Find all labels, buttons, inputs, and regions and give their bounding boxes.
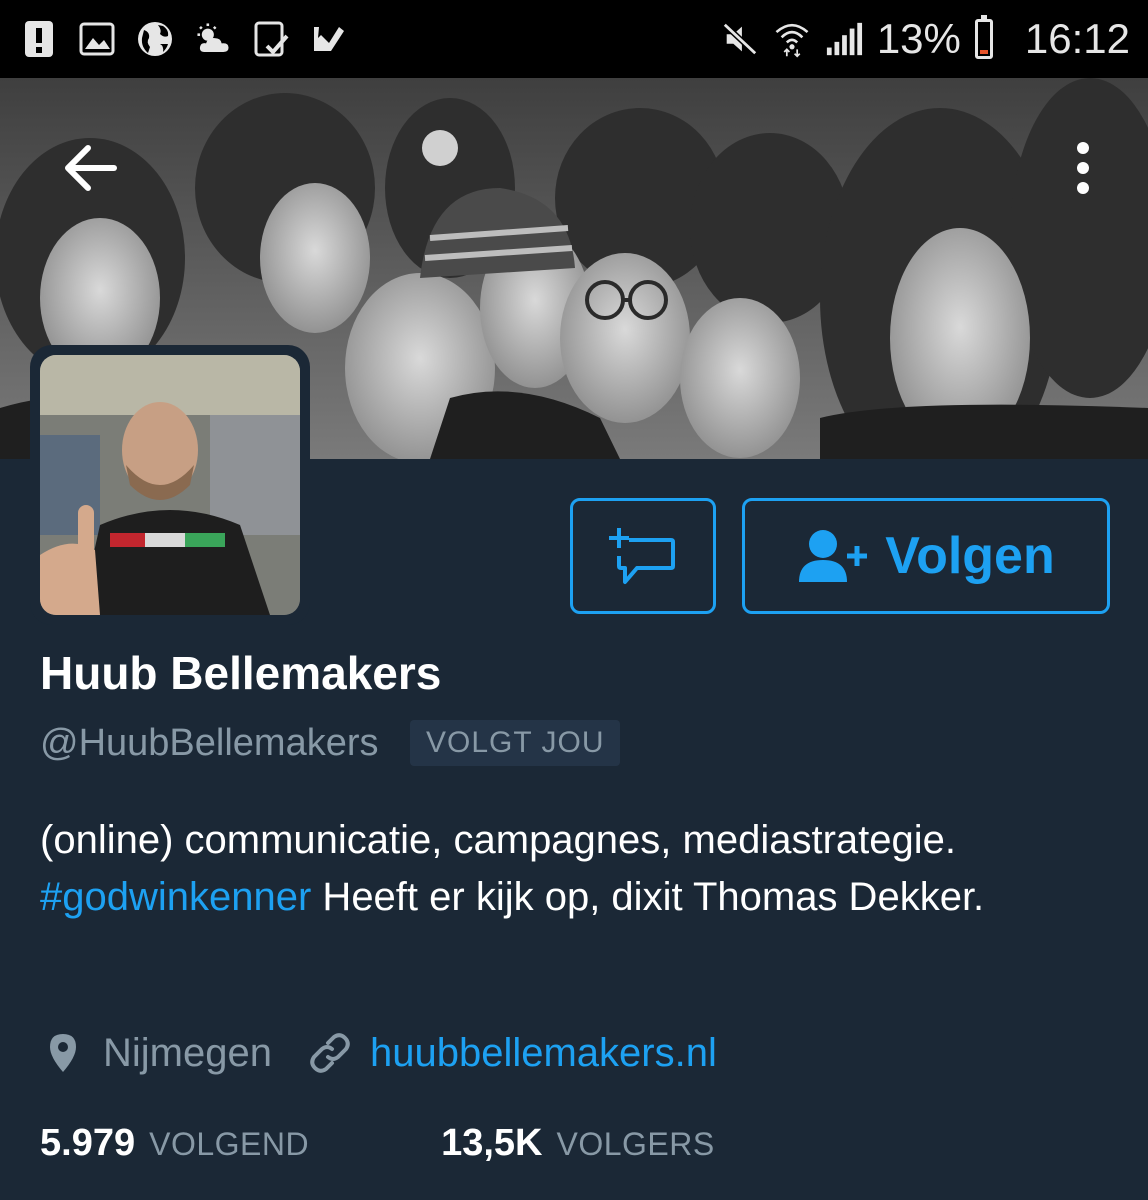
follow-button-label: Volgen [885, 527, 1055, 585]
back-button[interactable] [55, 133, 125, 203]
system-status: 13% 16:12 [721, 0, 1130, 78]
tablet-check-icon [252, 20, 290, 58]
location-pin-icon [45, 1031, 81, 1075]
profile-location: Nijmegen [103, 1030, 272, 1075]
person-add-icon [799, 530, 868, 582]
checkmark-icon [310, 20, 348, 58]
profile-stats: 5.979 VOLGEND 13,5K VOLGERS [40, 1122, 715, 1176]
alert-icon [20, 20, 58, 58]
avatar-photo [40, 355, 300, 615]
bio-text-end: Heeft er kijk op, dixit Thomas Dekker. [311, 875, 985, 919]
signal-icon [825, 20, 863, 58]
mute-icon [721, 20, 759, 58]
following-count[interactable]: 5.979 [40, 1122, 135, 1165]
profile-handle: @HuubBellemakers [40, 722, 379, 764]
clock: 16:12 [1024, 15, 1130, 62]
followers-label[interactable]: VOLGERS [556, 1126, 714, 1163]
image-icon [78, 20, 116, 58]
more-vertical-icon [1077, 142, 1089, 194]
status-bar: 13% 16:12 [0, 0, 1148, 78]
avatar-frame [30, 345, 310, 625]
battery-icon [974, 15, 993, 59]
direct-message-button[interactable] [570, 498, 716, 614]
profile-name: Huub Bellemakers [40, 647, 442, 699]
followers-count[interactable]: 13,5K [441, 1122, 542, 1165]
battery-percent: 13% [876, 15, 961, 62]
weather-icon [194, 20, 232, 58]
following-label[interactable]: VOLGEND [149, 1126, 309, 1163]
avatar[interactable] [40, 355, 300, 615]
follow-button[interactable]: Volgen [742, 498, 1110, 614]
more-options-button[interactable] [1058, 133, 1108, 203]
globe-icon [136, 20, 174, 58]
arrow-left-icon [65, 145, 117, 191]
profile-website-link[interactable]: huubbellemakers.nl [370, 1031, 717, 1076]
bio-text: (online) communicatie, campagnes, medias… [40, 818, 956, 862]
notification-icons [20, 0, 348, 78]
link-icon [310, 1031, 350, 1075]
profile-bio: (online) communicatie, campagnes, medias… [40, 812, 1100, 926]
profile-meta: Nijmegen huubbellemakers.nl [45, 1022, 717, 1084]
wifi-icon [773, 20, 811, 58]
message-plus-icon [609, 528, 675, 584]
follows-you-badge: VOLGT JOU [410, 720, 621, 766]
battery-level [979, 50, 988, 54]
bio-hashtag-link[interactable]: #godwinkenner [40, 875, 311, 919]
